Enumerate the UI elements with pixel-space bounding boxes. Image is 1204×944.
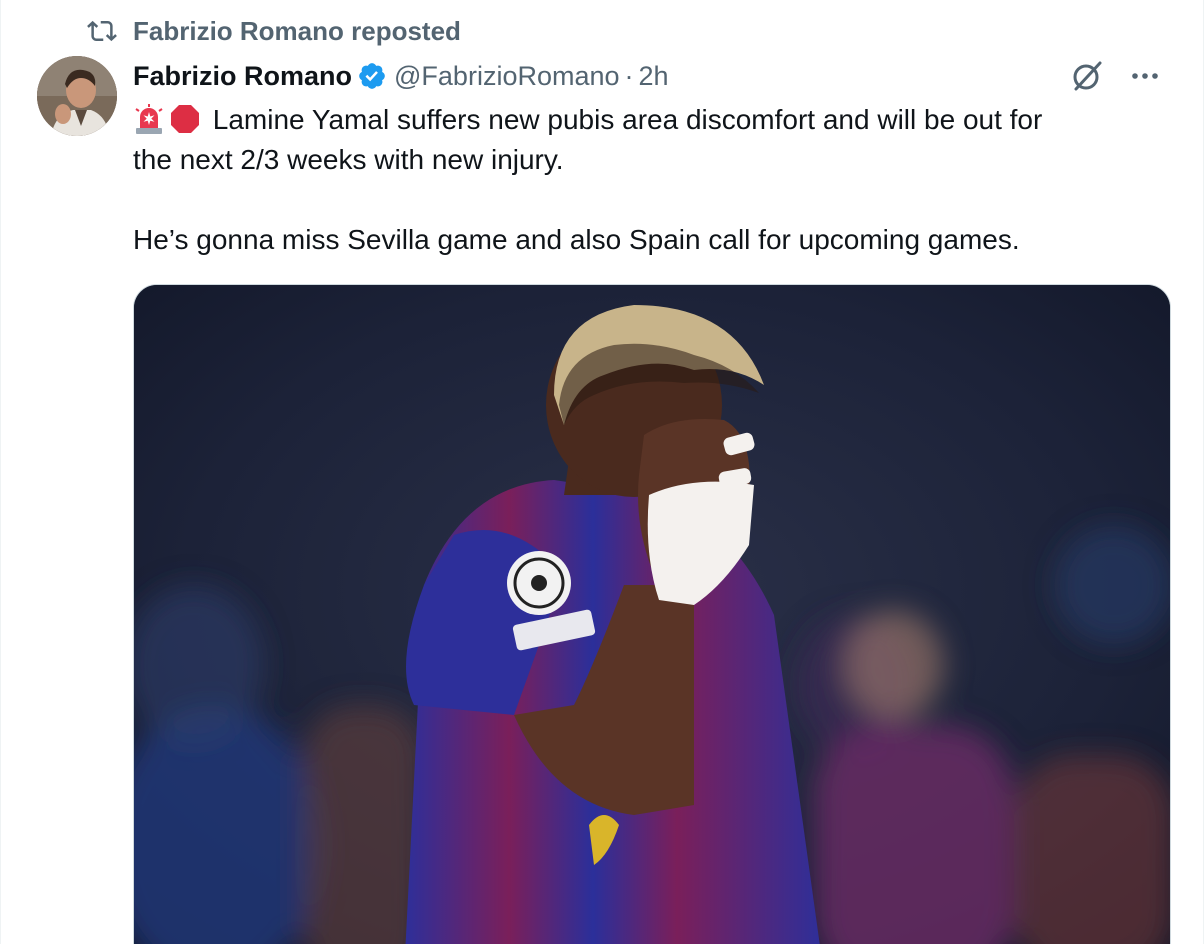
repost-indicator[interactable]: Fabrizio Romano reposted (85, 14, 461, 48)
separator-dot: · (624, 60, 634, 91)
tweet-card[interactable]: Fabrizio Romano reposted Fabrizio Romano… (0, 0, 1204, 944)
header-actions (1069, 56, 1163, 96)
grok-icon[interactable] (1069, 58, 1105, 94)
tweet-text: Lamine Yamal suffers new pubis area disc… (133, 100, 1163, 260)
rotating-light-emoji (133, 103, 165, 135)
avatar[interactable] (37, 56, 117, 136)
repost-icon (85, 14, 119, 48)
more-icon[interactable] (1127, 58, 1163, 94)
verified-badge-icon[interactable] (357, 61, 387, 91)
stop-sign-emoji (169, 103, 201, 135)
tweet-text-line-2: the next 2/3 weeks with new injury. (133, 144, 564, 175)
tweet-text-line-1: Lamine Yamal suffers new pubis area disc… (133, 100, 1163, 140)
tweet-timestamp[interactable]: 2h (639, 61, 669, 92)
author-name[interactable]: Fabrizio Romano (133, 61, 352, 92)
tweet-text-content-1: Lamine Yamal suffers new pubis area disc… (212, 104, 1043, 135)
author-handle[interactable]: @FabrizioRomano (394, 61, 620, 92)
tweet-text-line-3: He’s gonna miss Sevilla game and also Sp… (133, 224, 1020, 255)
tweet-photo[interactable] (133, 284, 1171, 944)
tweet-header: Fabrizio Romano @FabrizioRomano · 2h (133, 56, 1163, 96)
repost-label: Fabrizio Romano reposted (133, 15, 461, 46)
